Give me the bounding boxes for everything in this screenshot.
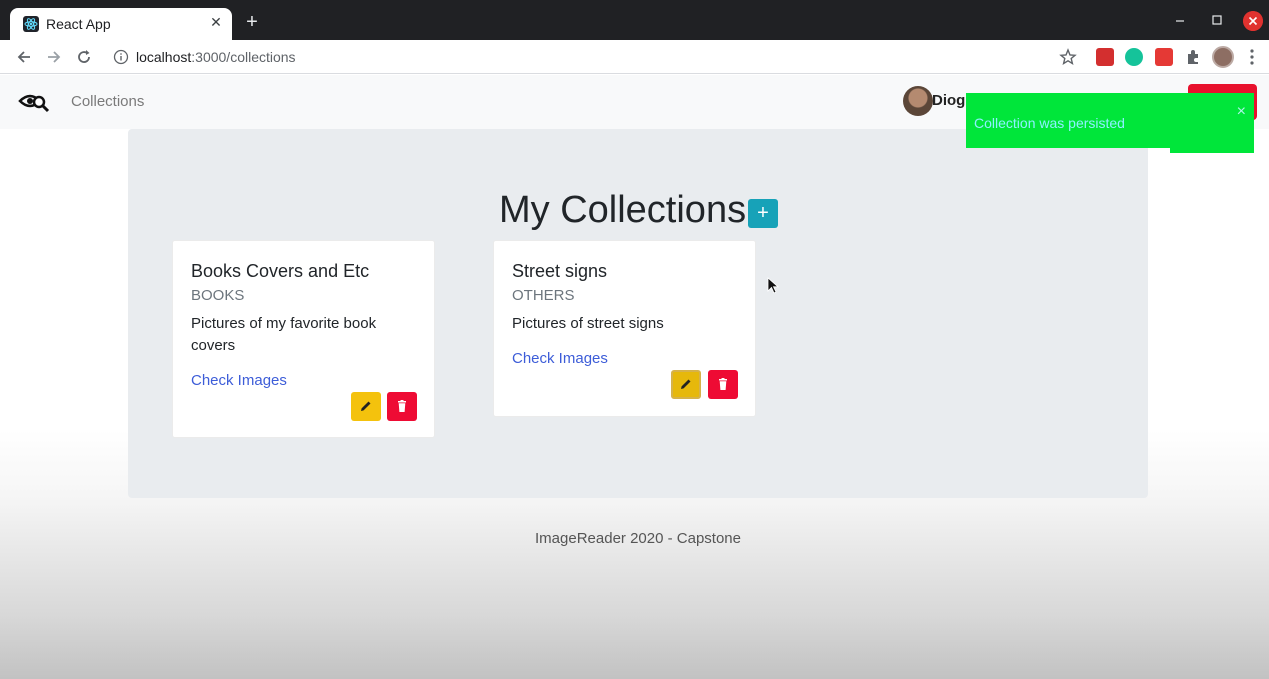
page-title: My Collections [499, 189, 747, 231]
grammarly-icon[interactable] [1125, 48, 1143, 66]
mouse-cursor-icon [767, 277, 779, 294]
tab-title: React App [46, 16, 111, 32]
toast-strip [1170, 148, 1254, 153]
collection-category: BOOKS [191, 287, 245, 304]
eye-search-icon[interactable] [18, 89, 50, 113]
delete-button[interactable] [387, 392, 417, 421]
profile-avatar[interactable] [1212, 46, 1234, 68]
collection-category: OTHERS [512, 287, 575, 304]
more-menu-icon[interactable] [1244, 47, 1260, 67]
collection-description: Pictures of my favorite book covers [191, 315, 377, 354]
add-collection-button[interactable]: + [748, 199, 778, 228]
address-bar[interactable]: localhost:3000/collections [104, 43, 1088, 71]
info-icon[interactable] [113, 49, 129, 65]
collection-title: Street signs [512, 261, 608, 281]
window-close-icon[interactable] [1243, 11, 1263, 31]
pencil-icon [681, 379, 691, 389]
new-tab-icon[interactable]: + [243, 12, 261, 32]
url-host: localhost [136, 49, 192, 65]
user-avatar[interactable] [903, 86, 933, 116]
footer-text: ImageReader 2020 - Capstone [535, 530, 741, 547]
check-images-link[interactable]: Check Images [191, 372, 287, 389]
forward-arrow-icon[interactable] [44, 47, 64, 67]
pencil-icon [361, 401, 371, 411]
nav-link-collections[interactable]: Collections [71, 93, 144, 110]
extension-red-icon[interactable] [1096, 48, 1114, 66]
bookmark-star-icon[interactable] [1058, 47, 1078, 67]
maximize-icon[interactable] [1208, 11, 1226, 29]
success-toast: Collection was persisted × [966, 93, 1254, 148]
extension-off-icon[interactable] [1155, 48, 1173, 66]
browser-toolbar: localhost:3000/collections [0, 40, 1269, 74]
collection-description: Pictures of street signs [512, 315, 664, 332]
toast-message: Collection was persisted [974, 115, 1125, 131]
reload-icon[interactable] [74, 47, 94, 67]
edit-button[interactable] [351, 392, 381, 421]
browser-titlebar: React App ✕ + [0, 0, 1269, 40]
collection-card: Street signs OTHERS Pictures of street s… [493, 240, 756, 417]
collection-card: Books Covers and Etc BOOKS Pictures of m… [172, 240, 435, 438]
edit-button[interactable] [671, 370, 701, 399]
extensions-puzzle-icon[interactable] [1184, 48, 1202, 66]
trash-icon [719, 378, 727, 390]
tab-close-icon[interactable]: ✕ [208, 14, 224, 30]
check-images-link[interactable]: Check Images [512, 350, 608, 367]
react-favicon-icon [23, 16, 39, 32]
url-text[interactable]: localhost:3000/collections [136, 49, 296, 65]
minimize-icon[interactable] [1171, 11, 1189, 29]
back-arrow-icon[interactable] [14, 47, 34, 67]
browser-tab[interactable]: React App ✕ [10, 8, 232, 40]
page: Collections Diogo My Collections + Books… [0, 75, 1269, 679]
trash-icon [398, 400, 406, 412]
toast-close-icon[interactable]: × [1237, 103, 1246, 121]
delete-button[interactable] [708, 370, 738, 399]
url-path: :3000/collections [191, 49, 296, 65]
collection-title: Books Covers and Etc [191, 261, 370, 281]
collections-panel: My Collections + Books Covers and Etc BO… [128, 129, 1148, 498]
